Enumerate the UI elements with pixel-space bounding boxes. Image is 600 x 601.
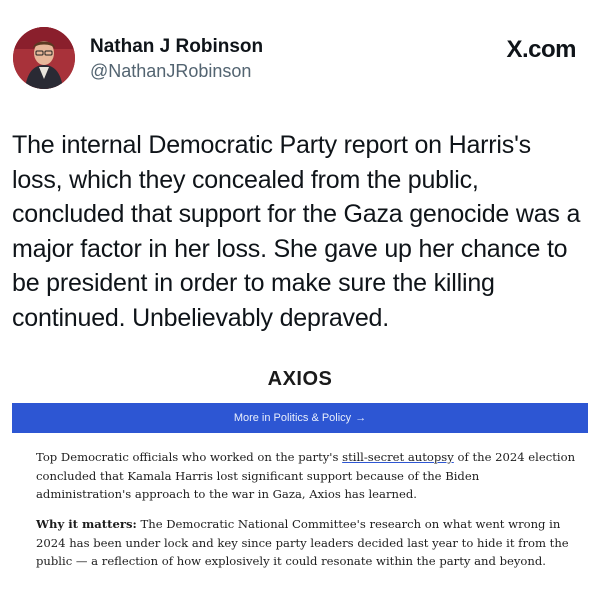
author-name[interactable]: Nathan J Robinson xyxy=(90,36,263,58)
tweet-text: The internal Democratic Party report on … xyxy=(12,131,581,332)
author-handle[interactable]: @NathanJRobinson xyxy=(90,61,251,82)
x-logo: X.com xyxy=(506,36,576,63)
why-it-matters-label: Why it matters: xyxy=(36,517,137,531)
tweet-header: Nathan J Robinson @NathanJRobinson X.com xyxy=(0,0,600,100)
arrow-right-icon: → xyxy=(355,412,367,424)
axios-logo: AXIOS xyxy=(267,368,333,390)
article-paragraph-2: Why it matters: The Democratic National … xyxy=(36,515,576,571)
avatar-image xyxy=(13,27,75,89)
article-paragraph-1: Top Democratic officials who worked on t… xyxy=(36,448,576,504)
more-in-section-bar[interactable]: More in Politics & Policy → xyxy=(12,403,588,433)
more-in-label: More in Politics & Policy xyxy=(233,412,352,424)
article-screenshot: AXIOS More in Politics & Policy → Top Dem… xyxy=(0,360,600,601)
para1-before: Top Democratic officials who worked on t… xyxy=(36,450,343,464)
autopsy-link[interactable]: still-secret autopsy xyxy=(342,450,454,464)
avatar[interactable] xyxy=(13,27,75,89)
